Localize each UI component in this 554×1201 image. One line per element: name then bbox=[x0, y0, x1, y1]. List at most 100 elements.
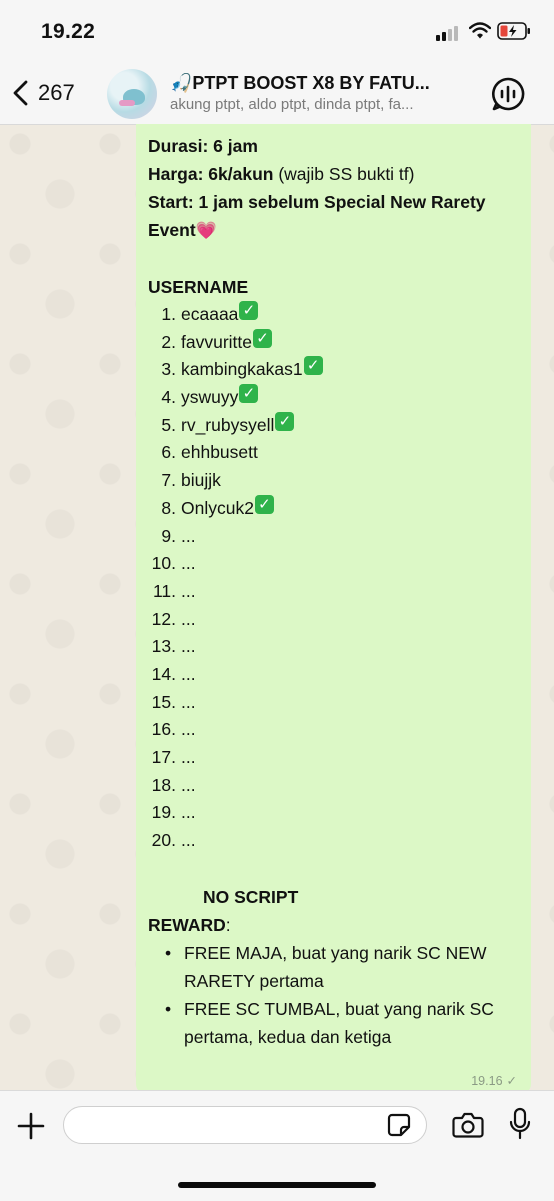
username-text: ... bbox=[181, 830, 196, 851]
battery-charging-icon bbox=[497, 22, 530, 40]
username-number: 6. bbox=[161, 442, 176, 463]
username-text: ... bbox=[181, 802, 196, 823]
username-text: Onlycuk2 bbox=[181, 497, 254, 518]
username-text: ... bbox=[181, 774, 196, 795]
username-text: favvuritte bbox=[181, 331, 252, 352]
username-item: 5. rv_rubysyell ✓ bbox=[148, 411, 523, 440]
username-number: 3. bbox=[161, 359, 176, 380]
start-line: Start: 1 jam sebelum Special New Rarety … bbox=[148, 192, 486, 240]
wifi-icon bbox=[469, 22, 491, 39]
username-number: 13. bbox=[151, 636, 176, 657]
username-number: 17. bbox=[151, 747, 176, 767]
username-item: 6. ehhbusett bbox=[148, 439, 523, 467]
username-text: ecaaaa bbox=[181, 304, 239, 324]
username-text: biujjk bbox=[181, 470, 221, 491]
unread-count: 267 bbox=[38, 80, 75, 105]
username-item: 3. kambingkakas1 ✓ bbox=[148, 356, 523, 384]
username-item: 18.... bbox=[148, 772, 523, 800]
username-item: 20.... bbox=[148, 827, 523, 855]
username-item: 1. ecaaaa ✓ bbox=[148, 301, 523, 329]
reward-list: FREE MAJA, buat yang narik SC NEW RARETY… bbox=[148, 939, 523, 1051]
check-mark-icon: ✓ bbox=[275, 411, 295, 431]
username-item: 17.... bbox=[148, 744, 523, 772]
username-text: ... bbox=[181, 525, 196, 546]
username-number: 20. bbox=[151, 830, 176, 851]
username-text: ... bbox=[181, 580, 196, 601]
username-item: 19.... bbox=[148, 799, 523, 827]
username-number: 9. bbox=[161, 525, 176, 546]
durasi-line: Durasi: 6 jam bbox=[148, 136, 258, 156]
username-number: 19. bbox=[151, 802, 176, 823]
username-number: 14. bbox=[151, 663, 176, 684]
username-number: 16. bbox=[151, 719, 176, 740]
message-bubble[interactable]: Durasi: 6 jam Harga: 6k/akun (wajib SS b… bbox=[136, 124, 531, 1094]
username-item: 13.... bbox=[148, 633, 523, 661]
group-avatar-icon[interactable] bbox=[107, 69, 157, 119]
username-text: ... bbox=[181, 636, 196, 657]
chat-title[interactable]: 🎣PTPT BOOST X8 BY FATU... bbox=[170, 73, 460, 94]
message-text: Durasi: 6 jam Harga: 6k/akun (wajib SS b… bbox=[148, 132, 523, 1051]
plus-icon[interactable] bbox=[16, 1111, 46, 1141]
username-item: 9.... bbox=[148, 523, 523, 551]
harga-line: Harga: 6k/akun (wajib SS bukti tf) bbox=[148, 164, 415, 184]
camera-icon[interactable] bbox=[452, 1110, 484, 1140]
username-number: 11. bbox=[152, 580, 176, 601]
username-heading: USERNAME bbox=[148, 277, 249, 297]
status-bar: 19.22 bbox=[0, 0, 554, 62]
username-number: 5. bbox=[161, 414, 176, 435]
username-item: 10.... bbox=[148, 550, 523, 578]
username-item: 8. Onlycuk2 ✓ bbox=[148, 494, 523, 523]
username-text: yswuyy bbox=[181, 387, 239, 408]
reward-item: FREE MAJA, buat yang narik SC NEW RARETY… bbox=[148, 939, 523, 995]
username-number: 7. bbox=[161, 470, 176, 491]
username-text: rv_rubysyell bbox=[181, 414, 275, 435]
reward-item: FREE SC TUMBAL, buat yang narik SC perta… bbox=[148, 995, 523, 1051]
chevron-left-icon bbox=[13, 80, 28, 106]
username-number: 18. bbox=[151, 774, 176, 795]
username-number: 1. bbox=[161, 304, 176, 324]
username-text: ... bbox=[181, 608, 196, 629]
check-mark-icon: ✓ bbox=[253, 328, 272, 348]
username-number: 12. bbox=[151, 608, 176, 629]
username-number: 8. bbox=[161, 497, 176, 518]
username-item: 14.... bbox=[148, 661, 523, 689]
username-text: kambingkakas1 bbox=[181, 359, 303, 380]
check-mark-icon: ✓ bbox=[303, 356, 323, 376]
microphone-icon[interactable] bbox=[508, 1107, 532, 1141]
check-mark-icon: ✓ bbox=[239, 384, 259, 404]
chat-header: 267 🎣PTPT BOOST X8 BY FATU... akung ptpt… bbox=[0, 62, 554, 125]
check-mark-icon: ✓ bbox=[239, 301, 259, 320]
username-text: ehhbusett bbox=[181, 442, 258, 463]
username-text: ... bbox=[181, 553, 196, 574]
username-text: ... bbox=[181, 719, 196, 740]
username-item: 12.... bbox=[148, 606, 523, 634]
check-mark-icon: ✓ bbox=[254, 494, 274, 514]
status-time: 19.22 bbox=[41, 20, 96, 43]
username-text: ... bbox=[181, 691, 196, 712]
home-indicator[interactable] bbox=[178, 1182, 376, 1188]
username-number: 2. bbox=[161, 331, 176, 352]
signal-icon bbox=[436, 25, 462, 41]
reward-heading: REWARD: bbox=[148, 914, 231, 935]
username-item: 7. biujjk bbox=[148, 467, 523, 495]
username-text: ... bbox=[181, 747, 196, 767]
message-timestamp: 19.16 ✓ bbox=[471, 1073, 517, 1089]
message-input[interactable] bbox=[63, 1106, 427, 1144]
username-item: 15.... bbox=[148, 689, 523, 717]
username-text: ... bbox=[181, 663, 196, 684]
sent-tick-icon: ✓ bbox=[506, 1074, 517, 1088]
username-number: 10. bbox=[151, 553, 176, 574]
username-number: 4. bbox=[161, 387, 176, 408]
username-item: 4. yswuyy ✓ bbox=[148, 384, 523, 412]
username-item: 16.... bbox=[148, 716, 523, 744]
chat-members[interactable]: akung ptpt, aldo ptpt, dinda ptpt, fa... bbox=[170, 96, 460, 113]
username-item: 2. favvuritte ✓ bbox=[148, 328, 523, 357]
voice-chat-icon[interactable] bbox=[490, 76, 526, 112]
username-list: 1. ecaaaa ✓ 2. favvuritte ✓ 3. kambingkakas1 ✓ 4.… bbox=[148, 301, 523, 855]
username-number: 15. bbox=[151, 691, 176, 712]
no-script-label: NO SCRIPT bbox=[203, 886, 299, 907]
username-item: 11.... bbox=[148, 578, 523, 606]
heart-icon: 💗 bbox=[195, 221, 217, 240]
sticker-icon[interactable] bbox=[387, 1113, 411, 1137]
back-button[interactable]: 267 bbox=[12, 76, 75, 110]
